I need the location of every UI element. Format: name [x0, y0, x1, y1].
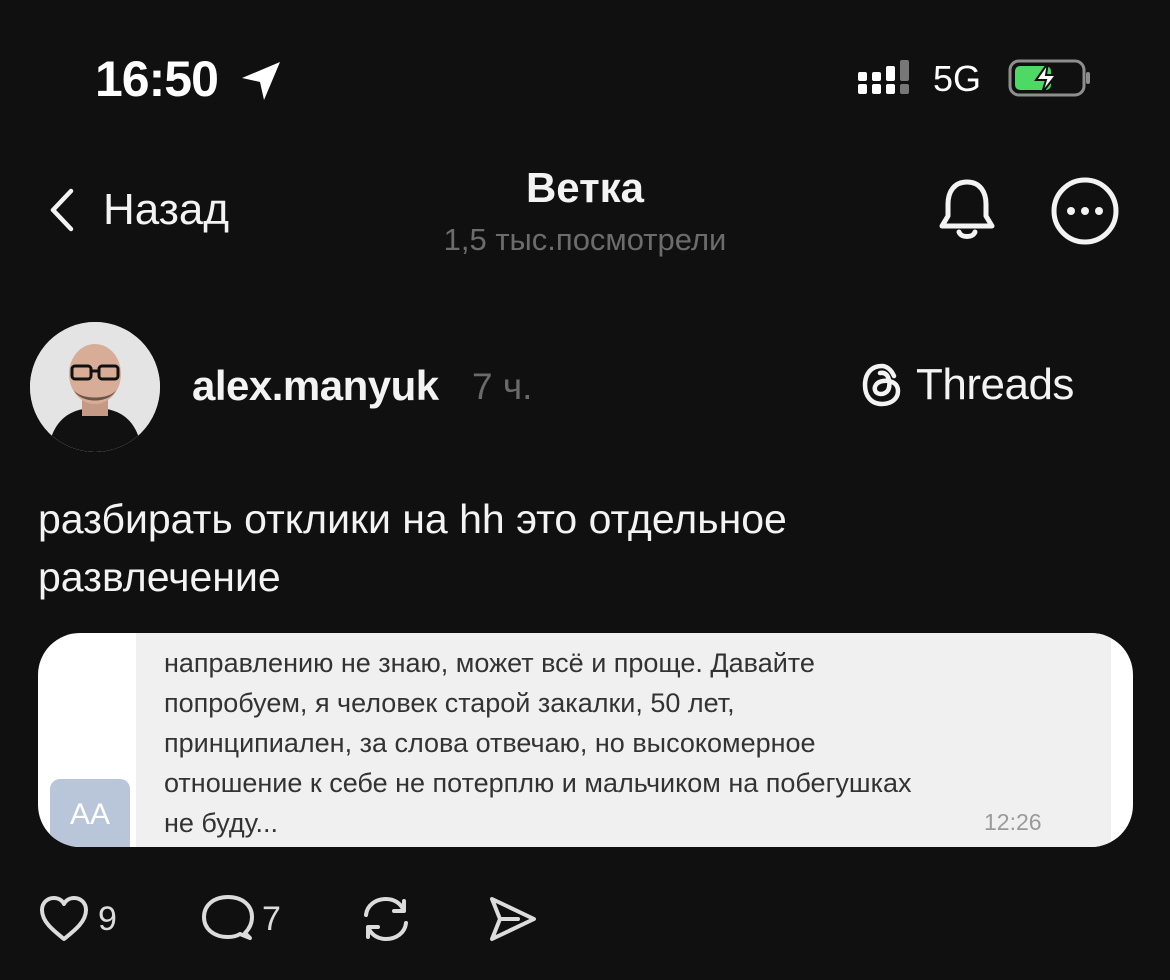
threads-label: Threads: [916, 360, 1074, 409]
chat-avatar: AA: [50, 779, 130, 847]
chat-message-line: попробуем, я человек старой закалки, 50 …: [164, 688, 735, 718]
share-button[interactable]: [484, 891, 540, 947]
threads-brand[interactable]: Threads: [858, 360, 1074, 410]
avatar[interactable]: [30, 322, 160, 452]
heart-icon: [40, 896, 88, 941]
send-icon: [490, 897, 536, 941]
reply-button[interactable]: 7: [200, 891, 281, 947]
cellular-signal-icon: [858, 60, 909, 94]
location-arrow-icon: [242, 62, 280, 100]
chat-message-time: 12:26: [984, 809, 1042, 835]
chat-message: направлению не знаю, может всё и проще. …: [164, 643, 1064, 843]
status-time: 16:50: [95, 51, 219, 107]
avatar-photo: [30, 322, 160, 452]
reply-count: 7: [262, 899, 281, 938]
post-text-line: разбирать отклики на hh это отдельное: [38, 496, 787, 542]
nav-bar: Назад Ветка 1,5 тыс.посмотрели: [0, 150, 1170, 270]
chat-message-line: принципиален, за слова отвечаю, но высок…: [164, 728, 816, 758]
username[interactable]: alex.manyuk: [192, 362, 439, 410]
network-type: 5G: [933, 58, 982, 99]
chat-message-line: направлению не знаю, может всё и проще. …: [164, 648, 815, 678]
post-time: 7 ч.: [472, 366, 533, 407]
chat-message-line: отношение к себе не потерплю и мальчиком…: [164, 768, 912, 798]
post-image[interactable]: AA направлению не знаю, может всё и прощ…: [38, 633, 1133, 847]
comment-icon: [202, 895, 254, 940]
repost-button[interactable]: [358, 891, 414, 947]
threads-logo-icon: [862, 363, 901, 407]
chat-message-line: не буду...: [164, 808, 278, 838]
more-icon[interactable]: [1050, 176, 1120, 246]
post-text: разбирать отклики на hh это отдельное ра…: [38, 490, 1138, 606]
like-button[interactable]: 9: [36, 891, 117, 947]
like-count: 9: [98, 899, 117, 938]
status-bar: 16:50 5G: [0, 0, 1170, 140]
post-actions: 9 7: [0, 885, 1170, 955]
post-text-line: развлечение: [38, 554, 281, 600]
battery-charging-icon: [1008, 59, 1090, 97]
bell-icon[interactable]: [934, 176, 1000, 244]
repost-icon: [364, 896, 408, 942]
